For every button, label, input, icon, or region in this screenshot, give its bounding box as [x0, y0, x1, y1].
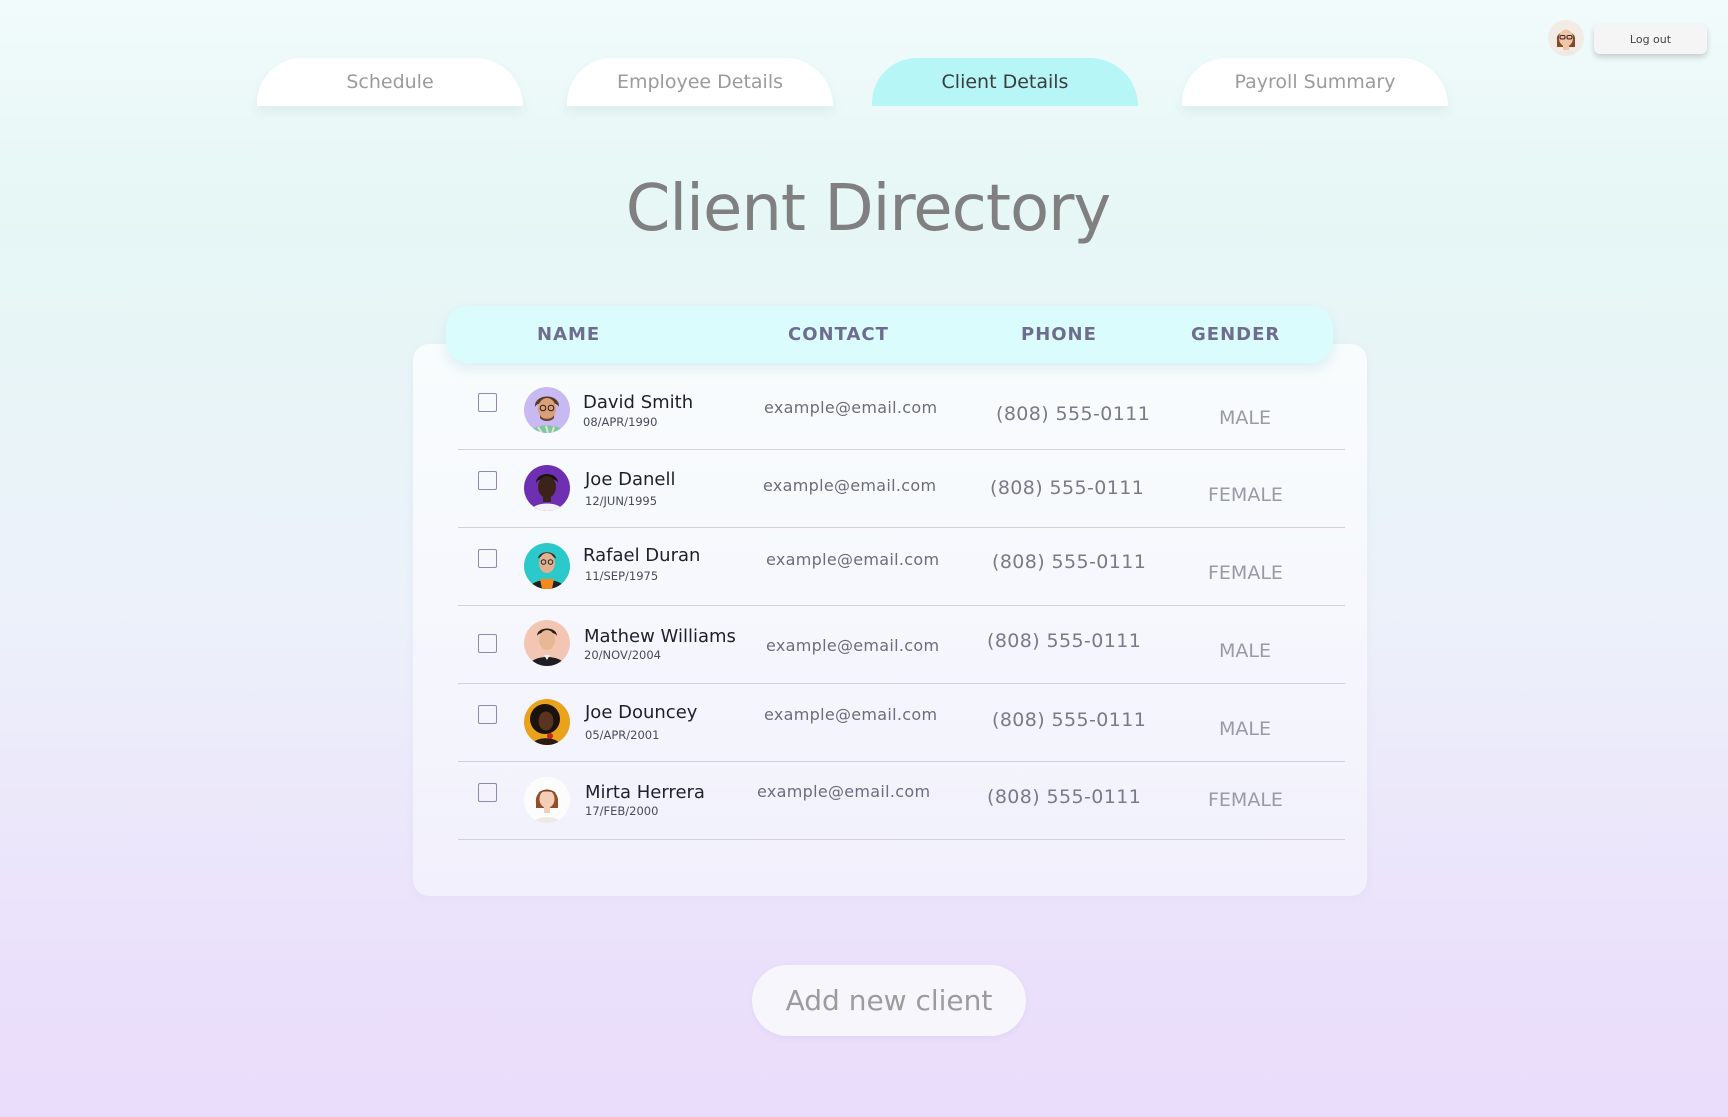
table-row[interactable]: Mathew Williams 20/NOV/2004 example@emai… [458, 606, 1345, 684]
table-header: NAME CONTACT PHONE GENDER [446, 306, 1333, 363]
client-email[interactable]: example@email.com [764, 705, 937, 724]
avatar [524, 620, 570, 666]
client-dob: 05/APR/2001 [585, 728, 660, 742]
table-row[interactable]: Mirta Herrera 17/FEB/2000 example@email.… [458, 762, 1345, 840]
client-portrait-icon [524, 777, 570, 823]
table-row[interactable]: Joe Douncey 05/APR/2001 example@email.co… [458, 684, 1345, 762]
client-dob: 11/SEP/1975 [585, 569, 659, 583]
client-gender: FEMALE [1208, 484, 1283, 506]
client-gender: MALE [1219, 718, 1271, 740]
avatar [524, 465, 570, 511]
logout-button[interactable]: Log out [1594, 24, 1707, 54]
client-email[interactable]: example@email.com [766, 550, 939, 569]
client-phone[interactable]: (808) 555-0111 [990, 477, 1144, 499]
column-header-phone[interactable]: PHONE [1021, 324, 1097, 345]
add-new-client-button[interactable]: Add new client [752, 965, 1026, 1036]
row-checkbox[interactable] [478, 705, 497, 724]
client-portrait-icon [524, 543, 570, 589]
client-phone[interactable]: (808) 555-0111 [996, 403, 1150, 425]
column-header-contact[interactable]: CONTACT [788, 324, 889, 345]
avatar [524, 777, 570, 823]
avatar [524, 699, 570, 745]
column-header-name[interactable]: NAME [537, 324, 600, 345]
client-name: Joe Douncey [585, 702, 698, 723]
client-portrait-icon [524, 465, 570, 511]
client-gender: MALE [1219, 640, 1271, 662]
client-portrait-icon [524, 699, 570, 745]
row-checkbox[interactable] [478, 549, 497, 568]
client-phone[interactable]: (808) 555-0111 [987, 630, 1141, 652]
client-gender: FEMALE [1208, 789, 1283, 811]
avatar [524, 543, 570, 589]
row-checkbox[interactable] [478, 393, 497, 412]
tab-schedule[interactable]: Schedule [257, 58, 523, 106]
client-gender: MALE [1219, 407, 1271, 429]
client-name: David Smith [583, 392, 694, 413]
user-portrait-icon [1548, 20, 1584, 56]
client-name: Mathew Williams [584, 626, 736, 647]
row-checkbox[interactable] [478, 783, 497, 802]
client-name: Joe Danell [585, 469, 676, 490]
avatar [524, 387, 570, 433]
client-name: Rafael Duran [583, 545, 701, 566]
tab-employee-details[interactable]: Employee Details [567, 58, 833, 106]
row-checkbox[interactable] [478, 471, 497, 490]
table-row[interactable]: Rafael Duran 11/SEP/1975 example@email.c… [458, 528, 1345, 606]
client-phone[interactable]: (808) 555-0111 [992, 709, 1146, 731]
client-email[interactable]: example@email.com [763, 476, 936, 495]
client-phone[interactable]: (808) 555-0111 [987, 786, 1141, 808]
table-row[interactable]: David Smith 08/APR/1990 example@email.co… [458, 372, 1345, 450]
app-root: Schedule Employee Details Client Details… [0, 0, 1728, 1117]
client-gender: FEMALE [1208, 562, 1283, 584]
client-portrait-icon [524, 620, 570, 666]
client-dob: 08/APR/1990 [583, 415, 658, 429]
page-title: Client Directory [625, 172, 1112, 246]
tab-client-details[interactable]: Client Details [872, 58, 1138, 106]
client-dob: 12/JUN/1995 [585, 494, 658, 508]
client-dob: 20/NOV/2004 [584, 648, 661, 662]
user-avatar[interactable] [1548, 20, 1584, 56]
client-email[interactable]: example@email.com [766, 636, 939, 655]
column-header-gender[interactable]: GENDER [1191, 324, 1280, 345]
client-email[interactable]: example@email.com [757, 782, 930, 801]
client-dob: 17/FEB/2000 [585, 804, 659, 818]
client-phone[interactable]: (808) 555-0111 [992, 551, 1146, 573]
tab-payroll-summary[interactable]: Payroll Summary [1182, 58, 1448, 106]
client-email[interactable]: example@email.com [764, 398, 937, 417]
row-checkbox[interactable] [478, 634, 497, 653]
client-portrait-icon [524, 387, 570, 433]
table-row[interactable]: Joe Danell 12/JUN/1995 example@email.com… [458, 450, 1345, 528]
client-name: Mirta Herrera [585, 782, 705, 803]
